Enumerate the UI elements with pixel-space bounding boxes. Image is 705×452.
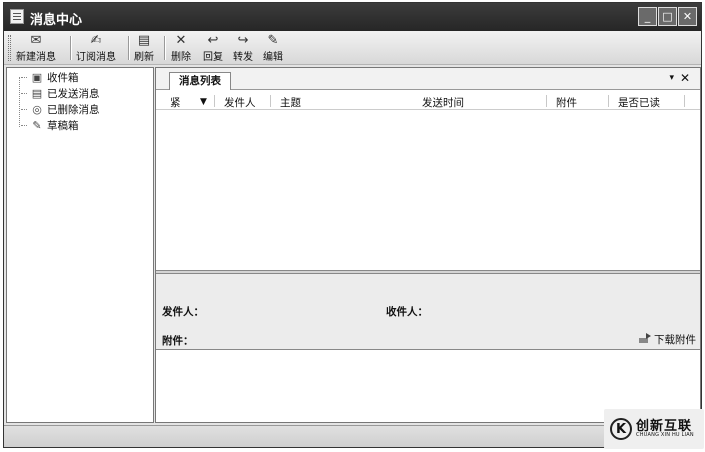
download-attachment-button[interactable]: 下载附件 bbox=[638, 332, 696, 347]
delete-label: 删除 bbox=[171, 52, 191, 63]
watermark-logo-icon: K bbox=[610, 418, 632, 440]
column-attachment[interactable]: 附件 bbox=[556, 95, 577, 110]
wm-text: 创新互联 CHUANG XIN HU LIAN bbox=[636, 418, 694, 439]
reply-button[interactable]: ↩ 回复 bbox=[203, 33, 223, 64]
window-title: 消息中心 bbox=[30, 13, 83, 28]
folder-deleted[interactable]: ◎ 已删除消息 bbox=[21, 102, 100, 116]
sort-arrow-icon[interactable]: ▼ bbox=[200, 97, 207, 107]
watermark-subtext: CHUANG XIN HU LIAN bbox=[636, 432, 694, 439]
folder-drafts[interactable]: ✎ 草稿箱 bbox=[21, 118, 79, 132]
toolbar: ✉ 新建消息 ✍ 订阅消息 ▤ 刷新 ✕ 删除 ↩ 回复 ↪ 转发 ✎ 编辑 bbox=[4, 31, 701, 65]
folder-inbox-label: 收件箱 bbox=[47, 71, 79, 84]
column-separator[interactable] bbox=[214, 95, 215, 107]
column-read-status[interactable]: 是否已读 bbox=[618, 95, 660, 110]
edit-button[interactable]: ✎ 编辑 bbox=[263, 33, 283, 64]
delete-icon: ✕ bbox=[175, 33, 187, 48]
folder-sent-label: 已发送消息 bbox=[47, 87, 100, 100]
forward-icon: ↪ bbox=[237, 33, 249, 48]
list-header: 紧 ▼ 发件人 主题 发送时间 附件 是否已读 bbox=[156, 92, 700, 110]
maximize-button[interactable]: □ bbox=[658, 7, 677, 26]
download-icon bbox=[638, 332, 652, 347]
column-sent-time[interactable]: 发送时间 bbox=[422, 95, 464, 110]
app-icon bbox=[10, 9, 24, 24]
message-center-window: 消息中心 _ □ ✕ ✉ 新建消息 ✍ 订阅消息 ▤ 刷新 ✕ 删除 ↩ 回复 bbox=[3, 2, 702, 448]
tree-connector bbox=[19, 77, 20, 127]
edit-label: 编辑 bbox=[263, 52, 283, 63]
refresh-icon: ▤ bbox=[137, 33, 151, 48]
tab-close-icon[interactable]: ✕ bbox=[680, 71, 690, 85]
message-detail-panel: 发件人： 收件人： 附件： 下载附件 bbox=[156, 274, 700, 350]
message-pane: 消息列表 ▾ ✕ 紧 ▼ 发件人 主题 发送时间 附件 是否已读 发件人： 收件… bbox=[155, 67, 701, 423]
refresh-button[interactable]: ▤ 刷新 bbox=[134, 33, 154, 64]
toolbar-separator bbox=[164, 36, 165, 60]
drafts-icon: ✎ bbox=[32, 118, 42, 132]
message-list-body[interactable] bbox=[156, 111, 700, 269]
refresh-label: 刷新 bbox=[134, 52, 154, 63]
subscribe-icon: ✍ bbox=[90, 33, 102, 48]
tab-menu-icon[interactable]: ▾ bbox=[669, 73, 674, 83]
close-button[interactable]: ✕ bbox=[678, 7, 697, 26]
download-attachment-label: 下载附件 bbox=[654, 334, 696, 346]
folder-inbox[interactable]: ▣ 收件箱 bbox=[21, 70, 79, 84]
subscribe-message-button[interactable]: ✍ 订阅消息 bbox=[76, 33, 116, 64]
folder-sent[interactable]: ▤ 已发送消息 bbox=[21, 86, 100, 100]
watermark: K 创新互联 CHUANG XIN HU LIAN bbox=[604, 409, 704, 449]
attachment-label: 附件： bbox=[162, 335, 194, 347]
folder-tree: ▣ 收件箱 ▤ 已发送消息 ◎ 已删除消息 ✎ 草稿箱 bbox=[6, 67, 154, 423]
toolbar-grip[interactable] bbox=[8, 35, 11, 61]
column-separator[interactable] bbox=[608, 95, 609, 107]
toolbar-separator bbox=[70, 36, 71, 60]
to-label: 收件人： bbox=[386, 306, 428, 318]
tab-strip: 消息列表 ▾ ✕ bbox=[156, 68, 700, 90]
reply-label: 回复 bbox=[203, 52, 223, 63]
column-separator[interactable] bbox=[546, 95, 547, 107]
toolbar-separator bbox=[128, 36, 129, 60]
title-bar[interactable]: 消息中心 _ □ ✕ bbox=[4, 3, 701, 31]
folder-drafts-label: 草稿箱 bbox=[47, 119, 79, 132]
forward-label: 转发 bbox=[233, 52, 253, 63]
column-separator[interactable] bbox=[270, 95, 271, 107]
column-sender[interactable]: 发件人 bbox=[224, 95, 256, 110]
subscribe-message-label: 订阅消息 bbox=[76, 52, 116, 63]
trash-icon: ◎ bbox=[32, 102, 42, 116]
delete-button[interactable]: ✕ 删除 bbox=[171, 33, 191, 64]
forward-button[interactable]: ↪ 转发 bbox=[233, 33, 253, 64]
reply-icon: ↩ bbox=[207, 33, 219, 48]
folder-deleted-label: 已删除消息 bbox=[47, 103, 100, 116]
new-message-button[interactable]: ✉ 新建消息 bbox=[16, 33, 56, 64]
minimize-button[interactable]: _ bbox=[638, 7, 657, 26]
column-subject[interactable]: 主题 bbox=[280, 95, 301, 110]
from-label: 发件人： bbox=[162, 306, 204, 318]
sent-icon: ▤ bbox=[31, 86, 43, 100]
status-bar bbox=[4, 425, 701, 447]
watermark-text: 创新互联 bbox=[636, 418, 693, 434]
edit-icon: ✎ bbox=[267, 33, 279, 48]
column-separator[interactable] bbox=[684, 95, 685, 107]
new-message-icon: ✉ bbox=[30, 33, 42, 48]
inbox-icon: ▣ bbox=[31, 70, 43, 84]
tab-message-list[interactable]: 消息列表 bbox=[169, 72, 231, 90]
column-urgent[interactable]: 紧 bbox=[170, 95, 181, 110]
new-message-label: 新建消息 bbox=[16, 52, 56, 63]
